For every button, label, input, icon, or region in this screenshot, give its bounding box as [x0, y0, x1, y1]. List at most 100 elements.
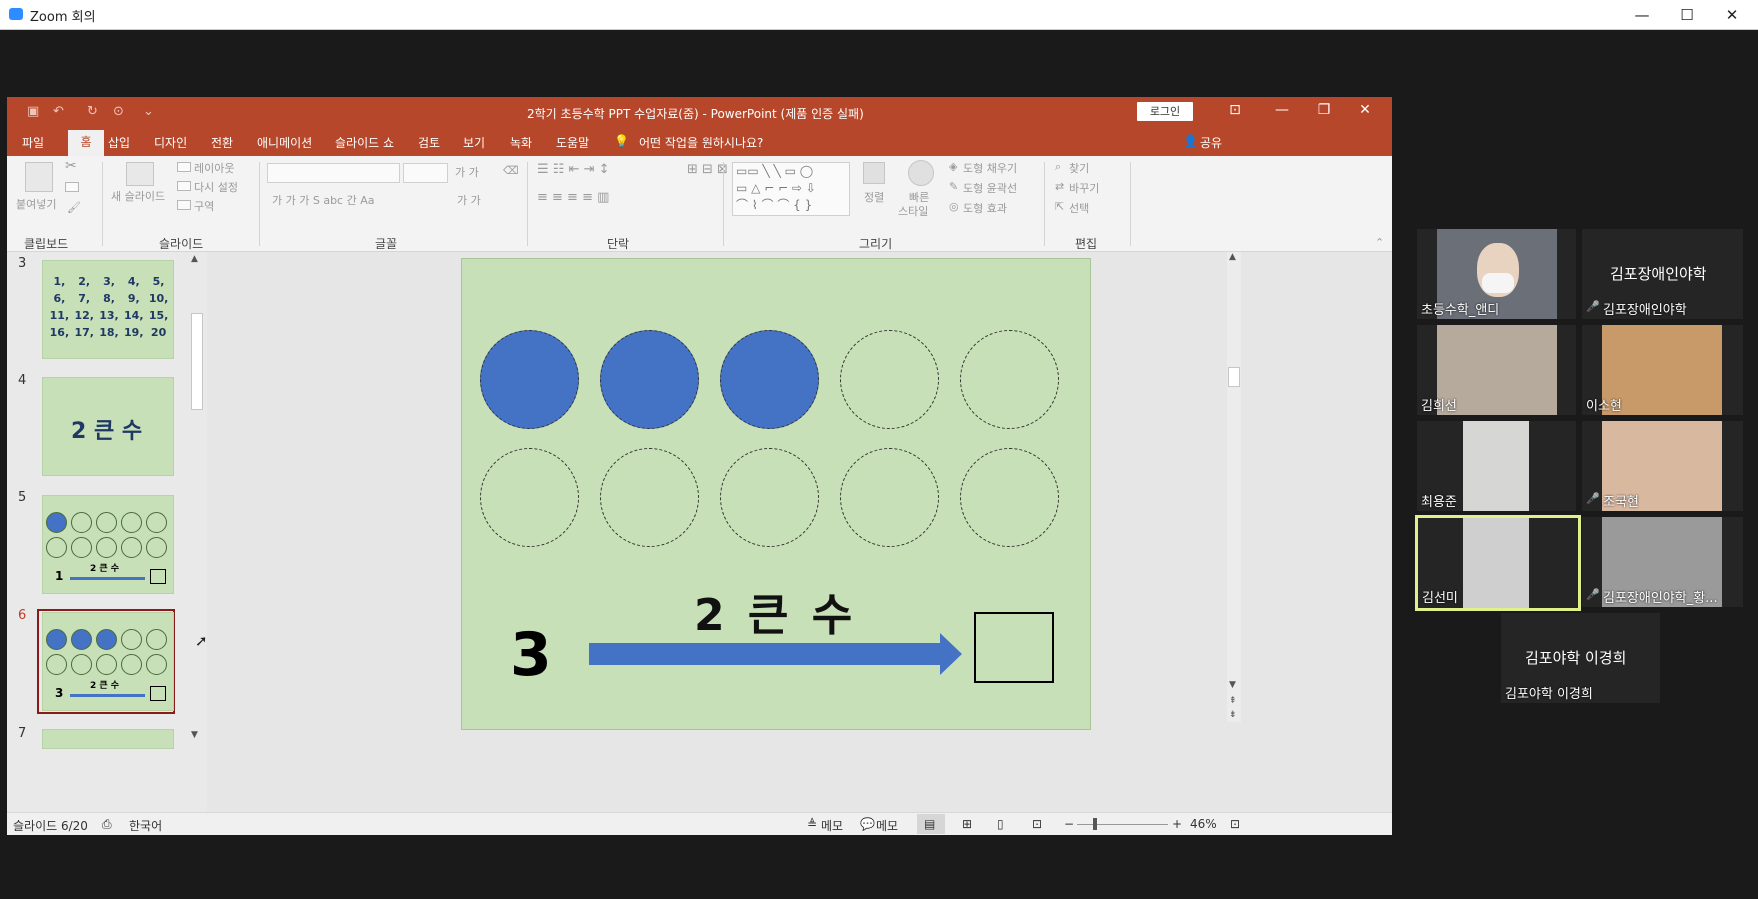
ribbon-display-icon[interactable]: ⊡ — [1220, 102, 1250, 118]
scroll-thumb[interactable] — [1228, 367, 1240, 387]
menu-file[interactable]: 파일 — [22, 134, 44, 151]
share-button[interactable]: 공유 — [1200, 134, 1222, 151]
arrange-button[interactable]: 정렬 — [864, 189, 884, 205]
select-icon[interactable]: ⇱ — [1055, 200, 1064, 213]
canvas-scrollbar[interactable]: ▲ ▼ ⇞ ⇟ — [1227, 252, 1241, 722]
section-button[interactable]: 구역 — [194, 198, 214, 214]
scroll-down-icon[interactable]: ▼ — [1229, 680, 1236, 690]
quick-styles-button-line2[interactable]: 스타일 — [898, 203, 928, 219]
customize-toolbar-icon[interactable]: ⌄ — [143, 104, 154, 119]
participant-tile[interactable]: 김희선 — [1417, 325, 1576, 415]
new-slide-button[interactable]: 새 슬라이드 — [111, 188, 165, 204]
font-color-icons[interactable]: 가 가 — [457, 192, 481, 208]
font-name-dropdown[interactable] — [267, 163, 400, 183]
present-icon[interactable]: ⊙ — [113, 104, 124, 119]
language-status[interactable]: 한국어 — [129, 817, 162, 834]
text-direction-icons[interactable]: ⊞ ⊟ ⊠ — [687, 162, 728, 177]
font-size-dropdown[interactable] — [403, 163, 448, 183]
zoom-out-icon[interactable]: − — [1064, 817, 1074, 831]
bullet-list-icons[interactable]: ☰ ☷ ⇤ ⇥ ↕ — [537, 162, 610, 177]
current-slide[interactable]: 2 큰 수 3 — [461, 258, 1091, 730]
arrange-icon[interactable] — [863, 162, 885, 184]
scroll-down-icon[interactable]: ▼ — [191, 730, 198, 740]
ppt-restore-button[interactable]: ❐ — [1309, 102, 1339, 118]
replace-button[interactable]: 바꾸기 — [1069, 180, 1099, 196]
layout-button[interactable]: 레이아웃 — [194, 160, 234, 176]
clear-format-icon[interactable]: ⌫ — [503, 164, 519, 177]
zoom-slider[interactable] — [1077, 824, 1168, 825]
maximize-button[interactable]: ☐ — [1667, 3, 1707, 27]
share-icon[interactable]: 👤 — [1183, 134, 1198, 148]
participant-tile[interactable]: 최용준 — [1417, 421, 1576, 511]
layout-icon[interactable] — [177, 162, 191, 172]
save-icon[interactable]: ▣ — [27, 104, 39, 119]
slide-thumbnail-6[interactable]: 2 큰 수 3 — [42, 612, 174, 711]
shape-outline-icon[interactable]: ✎ — [949, 180, 958, 193]
new-slide-icon[interactable] — [126, 162, 154, 186]
slide-thumbnail-4[interactable]: 2 큰 수 — [42, 377, 174, 476]
notes-button[interactable]: 메모 — [821, 817, 843, 834]
align-icons[interactable]: ≡ ≡ ≡ ≡ ▥ — [537, 190, 609, 205]
paste-button[interactable]: 붙여넣기 — [16, 196, 56, 212]
fit-to-window-icon[interactable]: ⊡ — [1230, 817, 1240, 831]
shape-effects-button[interactable]: 도형 효과 — [963, 200, 1007, 216]
zoom-slider-thumb[interactable] — [1093, 818, 1097, 830]
menu-transitions[interactable]: 전환 — [211, 134, 233, 151]
menu-slideshow[interactable]: 슬라이드 쇼 — [335, 134, 394, 151]
copy-icon[interactable] — [65, 182, 79, 192]
menu-design[interactable]: 디자인 — [154, 134, 187, 151]
scroll-up-icon[interactable]: ▲ — [1229, 252, 1236, 262]
select-button[interactable]: 선택 — [1069, 200, 1089, 216]
menu-review[interactable]: 검토 — [418, 134, 440, 151]
slide-sorter-icon[interactable]: ⊞ — [962, 817, 972, 831]
redo-icon[interactable]: ↻ — [87, 104, 98, 119]
format-painter-icon[interactable]: 🖌 — [67, 201, 81, 214]
undo-icon[interactable]: ↶ — [53, 104, 64, 119]
menu-home[interactable]: 홈 — [68, 130, 104, 156]
find-button[interactable]: 찾기 — [1069, 160, 1089, 176]
find-icon[interactable]: ⌕ — [1055, 160, 1061, 174]
participant-tile[interactable]: 초등수학_앤디 — [1417, 229, 1576, 319]
notes-icon[interactable]: ≜ — [807, 817, 817, 831]
slide-thumbnail-5[interactable]: 2 큰 수 1 — [42, 495, 174, 594]
login-button[interactable]: 로그인 — [1137, 102, 1193, 121]
shapes-gallery[interactable]: ▭▭ ╲ ╲ ▭ ◯ ▭ △ ⌐ ⌐ ⇨ ⇩ ⌒ ⌇ ⌒ ⌒ { } — [732, 162, 850, 216]
quick-styles-icon[interactable] — [908, 160, 934, 186]
comments-icon[interactable]: 💬 — [860, 817, 875, 831]
cut-icon[interactable]: ✂ — [65, 158, 77, 174]
thumbs-scrollbar[interactable]: ▲ ▼ — [190, 254, 204, 810]
next-slide-icon[interactable]: ⇟ — [1229, 710, 1237, 720]
menu-record[interactable]: 녹화 — [510, 134, 532, 151]
prev-slide-icon[interactable]: ⇞ — [1229, 696, 1237, 706]
shape-outline-button[interactable]: 도형 윤곽선 — [963, 180, 1017, 196]
tell-me-search[interactable]: 어떤 작업을 원하시나요? — [639, 134, 763, 151]
font-grow-icon[interactable]: 가 가 — [455, 164, 479, 180]
slide-thumbnail-7[interactable] — [42, 729, 174, 749]
participant-tile[interactable]: 🎤 조국현 — [1582, 421, 1743, 511]
zoom-level[interactable]: 46% — [1190, 817, 1217, 831]
replace-icon[interactable]: ⇄ — [1055, 180, 1064, 193]
ppt-close-button[interactable]: ✕ — [1350, 102, 1380, 118]
menu-view[interactable]: 보기 — [463, 134, 485, 151]
reset-icon[interactable] — [177, 181, 191, 191]
collapse-ribbon-icon[interactable]: ⌃ — [1375, 236, 1384, 249]
reading-view-icon[interactable]: ▯ — [997, 817, 1004, 831]
participant-tile[interactable]: 이소현 — [1582, 325, 1743, 415]
accessibility-icon[interactable]: ⎙ — [102, 817, 112, 832]
shape-effects-icon[interactable]: ◎ — [949, 200, 959, 213]
participant-tile[interactable]: 🎤 김포장애인야학_황... — [1582, 517, 1743, 607]
slide-thumbnail-3[interactable]: 1, 2, 3, 4, 5, 6, 7, 8, 9, 10, 11, 12, 13, 14, 15, 16, 1… — [42, 260, 174, 359]
section-icon[interactable] — [177, 200, 191, 210]
paste-icon[interactable] — [25, 162, 53, 192]
slideshow-view-icon[interactable]: ⊡ — [1032, 817, 1042, 831]
close-button[interactable]: ✕ — [1712, 3, 1752, 27]
participant-tile[interactable]: 김포야학 이경희 김포야학 이경희 — [1501, 613, 1660, 703]
participant-tile[interactable]: 김포장애인야학 🎤 김포장애인야학 — [1582, 229, 1743, 319]
menu-insert[interactable]: 삽입 — [108, 134, 130, 151]
comments-button[interactable]: 메모 — [876, 817, 898, 834]
minimize-button[interactable]: — — [1622, 3, 1662, 27]
font-style-icons[interactable]: 가 가 가 S abc 간 Aa — [272, 192, 374, 208]
menu-animations[interactable]: 애니메이션 — [257, 134, 312, 151]
ppt-minimize-button[interactable]: — — [1267, 102, 1297, 118]
reset-button[interactable]: 다시 설정 — [194, 179, 238, 195]
